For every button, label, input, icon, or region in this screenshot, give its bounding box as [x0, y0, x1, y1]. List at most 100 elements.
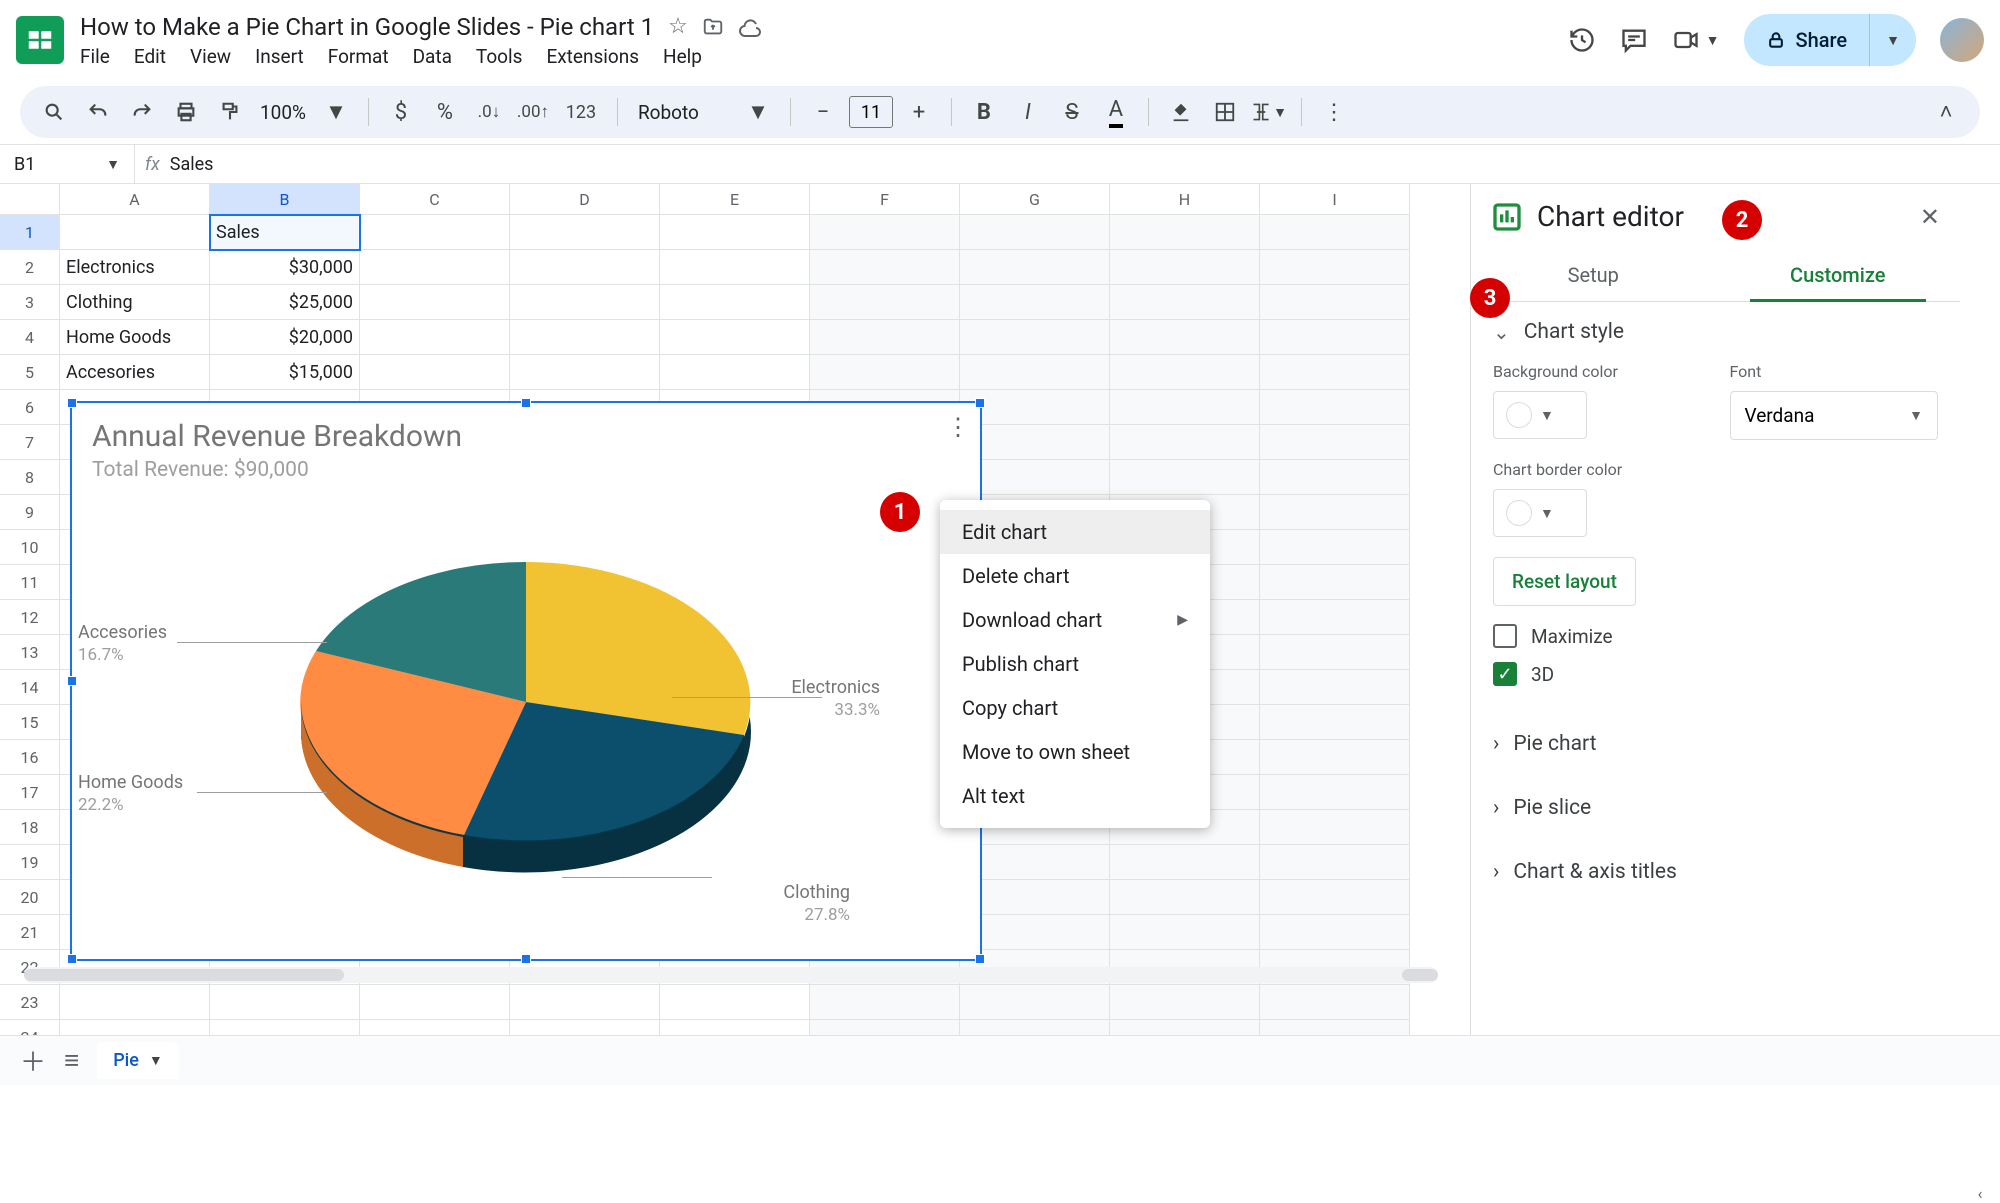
- row-header-1[interactable]: 1: [0, 215, 60, 250]
- col-header-e[interactable]: E: [660, 184, 810, 215]
- doc-title[interactable]: How to Make a Pie Chart in Google Slides…: [80, 13, 654, 41]
- cell-a1[interactable]: [60, 215, 210, 250]
- resize-handle[interactable]: [521, 954, 531, 964]
- menu-view[interactable]: View: [190, 45, 231, 68]
- resize-handle[interactable]: [521, 398, 531, 408]
- ctx-edit-chart[interactable]: Edit chart: [940, 510, 1210, 554]
- menu-edit[interactable]: Edit: [134, 45, 166, 68]
- italic-icon[interactable]: I: [1010, 94, 1046, 130]
- text-color-icon[interactable]: A: [1098, 94, 1134, 130]
- share-button[interactable]: Share ▼: [1744, 14, 1916, 66]
- search-menu-icon[interactable]: [36, 94, 72, 130]
- resize-handle[interactable]: [67, 398, 77, 408]
- menu-insert[interactable]: Insert: [255, 45, 304, 68]
- menu-extensions[interactable]: Extensions: [546, 45, 639, 68]
- undo-icon[interactable]: [80, 94, 116, 130]
- row-header-15[interactable]: 15: [0, 705, 60, 740]
- formula-input[interactable]: Sales: [170, 154, 214, 175]
- row-header-18[interactable]: 18: [0, 810, 60, 845]
- increase-decimal-icon[interactable]: .00↑: [515, 94, 551, 130]
- star-icon[interactable]: ☆: [668, 14, 688, 39]
- cell-b3[interactable]: $25,000: [210, 285, 360, 320]
- sheet-tab-menu-icon[interactable]: ▼: [149, 1052, 163, 1069]
- resize-handle[interactable]: [975, 398, 985, 408]
- col-header-h[interactable]: H: [1110, 184, 1260, 215]
- cell-b5[interactable]: $15,000: [210, 355, 360, 390]
- bold-icon[interactable]: B: [966, 94, 1002, 130]
- all-sheets-icon[interactable]: ≡: [64, 1045, 79, 1076]
- add-sheet-icon[interactable]: ＋: [20, 1042, 46, 1079]
- menu-help[interactable]: Help: [663, 45, 702, 68]
- row-header-16[interactable]: 16: [0, 740, 60, 775]
- row-header-6[interactable]: 6: [0, 390, 60, 425]
- zoom-dropdown-icon[interactable]: ▼: [318, 94, 354, 130]
- row-header-19[interactable]: 19: [0, 845, 60, 880]
- chart-font-select[interactable]: Verdana▼: [1730, 391, 1939, 440]
- row-header-13[interactable]: 13: [0, 635, 60, 670]
- share-dropdown[interactable]: ▼: [1869, 14, 1916, 66]
- row-header-9[interactable]: 9: [0, 495, 60, 530]
- cloud-status-icon[interactable]: [738, 15, 762, 39]
- row-header-2[interactable]: 2: [0, 250, 60, 285]
- col-header-g[interactable]: G: [960, 184, 1110, 215]
- row-header-20[interactable]: 20: [0, 880, 60, 915]
- cell-a4[interactable]: Home Goods: [60, 320, 210, 355]
- cell-a3[interactable]: Clothing: [60, 285, 210, 320]
- fill-color-icon[interactable]: [1163, 94, 1199, 130]
- collapse-toolbar-icon[interactable]: ˄: [1928, 94, 1964, 130]
- col-header-c[interactable]: C: [360, 184, 510, 215]
- select-all-corner[interactable]: [0, 184, 60, 215]
- merge-icon[interactable]: ▼: [1251, 94, 1287, 130]
- row-header-14[interactable]: 14: [0, 670, 60, 705]
- menu-format[interactable]: Format: [328, 45, 389, 68]
- meet-icon[interactable]: ▼: [1672, 26, 1720, 54]
- row-header-23[interactable]: 23: [0, 985, 60, 1020]
- decrease-decimal-icon[interactable]: .0↓: [471, 94, 507, 130]
- row-header-8[interactable]: 8: [0, 460, 60, 495]
- strikethrough-icon[interactable]: S: [1054, 94, 1090, 130]
- col-header-d[interactable]: D: [510, 184, 660, 215]
- row-header-10[interactable]: 10: [0, 530, 60, 565]
- cell-b2[interactable]: $30,000: [210, 250, 360, 285]
- col-header-i[interactable]: I: [1260, 184, 1410, 215]
- section-pie-slice[interactable]: ›Pie slice: [1471, 776, 1960, 840]
- font-family[interactable]: Roboto: [632, 101, 732, 124]
- row-header-21[interactable]: 21: [0, 915, 60, 950]
- tab-customize[interactable]: Customize: [1716, 249, 1961, 301]
- font-size-increase[interactable]: +: [901, 94, 937, 130]
- row-header-3[interactable]: 3: [0, 285, 60, 320]
- borders-icon[interactable]: [1207, 94, 1243, 130]
- more-tools-icon[interactable]: ⋮: [1316, 94, 1352, 130]
- menu-tools[interactable]: Tools: [476, 45, 523, 68]
- ctx-copy-chart[interactable]: Copy chart: [940, 686, 1210, 730]
- close-sidebar-icon[interactable]: ✕: [1920, 203, 1940, 231]
- row-header-4[interactable]: 4: [0, 320, 60, 355]
- sheet-area[interactable]: A B C D E F G H I 1Sales 2Electronics$30…: [0, 184, 1470, 1035]
- account-avatar[interactable]: [1940, 18, 1984, 62]
- history-icon[interactable]: [1568, 26, 1596, 54]
- menu-file[interactable]: File: [80, 45, 110, 68]
- row-header-12[interactable]: 12: [0, 600, 60, 635]
- row-header-5[interactable]: 5: [0, 355, 60, 390]
- font-size-decrease[interactable]: −: [805, 94, 841, 130]
- font-size-input[interactable]: 11: [849, 96, 893, 128]
- maximize-checkbox[interactable]: Maximize: [1493, 624, 1938, 648]
- row-header-7[interactable]: 7: [0, 425, 60, 460]
- paint-format-icon[interactable]: [212, 94, 248, 130]
- horizontal-scrollbar[interactable]: [24, 967, 1438, 983]
- zoom-level[interactable]: 100%: [256, 101, 310, 124]
- row-header-17[interactable]: 17: [0, 775, 60, 810]
- ctx-alt-text[interactable]: Alt text: [940, 774, 1210, 818]
- expand-panel-icon[interactable]: ‹: [1978, 1184, 1983, 1203]
- comments-icon[interactable]: [1620, 26, 1648, 54]
- 3d-checkbox[interactable]: ✓3D: [1493, 662, 1938, 686]
- reset-layout-button[interactable]: Reset layout: [1493, 557, 1636, 606]
- sheets-logo-icon[interactable]: [16, 16, 64, 64]
- number-format-icon[interactable]: 123: [559, 94, 603, 130]
- ctx-publish-chart[interactable]: Publish chart: [940, 642, 1210, 686]
- font-dropdown-icon[interactable]: ▼: [740, 94, 776, 130]
- currency-icon[interactable]: $: [383, 94, 419, 130]
- col-header-b[interactable]: B: [210, 184, 360, 215]
- ctx-delete-chart[interactable]: Delete chart: [940, 554, 1210, 598]
- ctx-move-own-sheet[interactable]: Move to own sheet: [940, 730, 1210, 774]
